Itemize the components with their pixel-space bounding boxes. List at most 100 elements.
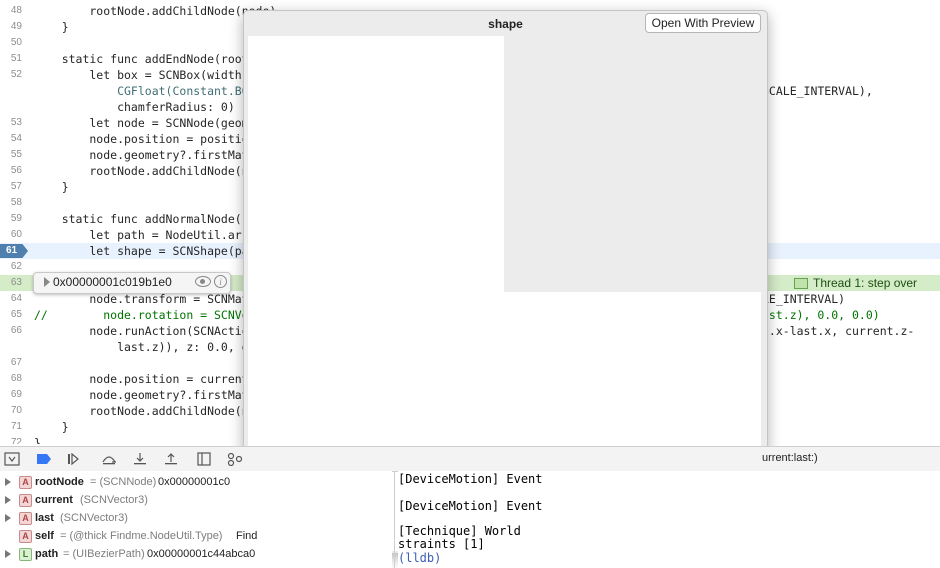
console-line: straints [1] bbox=[398, 537, 485, 551]
variable-row[interactable]: A last (SCNVector3) bbox=[0, 509, 392, 527]
code-text: rootNode.addChildNode(node) bbox=[34, 4, 277, 18]
info-icon[interactable]: i bbox=[214, 275, 227, 288]
variable-name: current bbox=[35, 494, 73, 506]
variable-row[interactable]: A current (SCNVector3) bbox=[0, 491, 392, 509]
variable-name: path bbox=[35, 548, 59, 560]
thread-icon bbox=[794, 278, 808, 290]
variable-row[interactable]: L path = (UIBezierPath) 0x00000001c44abc… bbox=[0, 545, 392, 563]
code-text: node.runAction(SCNActio bbox=[34, 324, 249, 338]
line-number: 55 bbox=[10, 149, 22, 160]
variable-type: = (UIBezierPath) bbox=[63, 548, 145, 560]
line-number: 72 bbox=[10, 437, 22, 444]
code-text: let box = SCNBox(width: bbox=[34, 68, 249, 82]
code-text: CGFloat(Constant.BO bbox=[34, 84, 249, 98]
line-number: 68 bbox=[10, 373, 22, 384]
line-number: 56 bbox=[10, 165, 22, 176]
console-line: [Technique] World bbox=[398, 524, 521, 538]
debug-toolbar: urrent:last:) bbox=[0, 446, 940, 472]
local-badge: L bbox=[19, 548, 32, 561]
code-text-fragment: ast.z), 0.0, 0.0) bbox=[762, 308, 880, 322]
pane-divider[interactable] bbox=[394, 471, 395, 568]
line-number: 48 bbox=[10, 5, 22, 16]
line-number: 63 bbox=[10, 277, 22, 288]
line-number: 64 bbox=[10, 293, 22, 304]
debug-console[interactable]: [DeviceMotion] Event [DeviceMotion] Even… bbox=[398, 471, 940, 568]
line-number: 53 bbox=[10, 117, 22, 128]
variable-type: (SCNVector3) bbox=[80, 494, 148, 506]
code-text: let path = NodeUtil.arr bbox=[34, 228, 249, 242]
console-text: DeviceMotion] Event bbox=[405, 499, 543, 513]
continue-icon[interactable] bbox=[67, 452, 83, 466]
variable-value: 0x00000001c44abca0 bbox=[147, 548, 256, 560]
code-text: node.position = positio bbox=[34, 132, 249, 146]
line-number: 59 bbox=[10, 213, 22, 224]
variable-type: (SCNVector3) bbox=[60, 512, 128, 524]
code-text: } bbox=[34, 420, 69, 434]
breakpoints-toggle-icon[interactable] bbox=[36, 452, 52, 466]
code-text: } bbox=[34, 20, 69, 34]
console-line: [DeviceMotion] Event bbox=[398, 472, 543, 486]
line-number: 58 bbox=[10, 197, 22, 208]
disclosure-triangle-icon[interactable] bbox=[5, 514, 11, 522]
line-number: 51 bbox=[10, 53, 22, 64]
quick-look-eye-icon[interactable] bbox=[195, 276, 211, 287]
code-text: let node = SCNNode(geom bbox=[34, 116, 249, 130]
variable-row[interactable]: A rootNode = (SCNNode) 0x00000001c0 bbox=[0, 473, 392, 491]
line-number: 66 bbox=[10, 325, 22, 336]
line-number: 65 bbox=[10, 309, 22, 320]
code-text: chamferRadius: 0) bbox=[34, 100, 235, 114]
variable-type: = (@thick Findme.NodeUtil.Type) bbox=[60, 530, 223, 542]
variable-value: 0x00000001c0 bbox=[158, 476, 231, 488]
disclosure-triangle-icon[interactable] bbox=[44, 277, 50, 287]
argument-badge: A bbox=[19, 476, 32, 489]
argument-badge: A bbox=[19, 494, 32, 507]
thread-status-badge[interactable]: Thread 1: step over bbox=[794, 276, 917, 290]
code-text: static func addEndNode(root bbox=[34, 52, 249, 66]
code-text: } bbox=[34, 180, 69, 194]
variable-type: = (SCNNode) bbox=[90, 476, 157, 488]
code-text: rootNode.addChildNode(n bbox=[34, 404, 249, 418]
code-text: node.geometry?.firstMat bbox=[34, 388, 249, 402]
argument-badge: A bbox=[19, 512, 32, 525]
open-with-preview-button[interactable]: Open With Preview bbox=[645, 13, 761, 33]
code-text: static func addNormalNode(r bbox=[34, 212, 249, 226]
variable-name: rootNode bbox=[35, 476, 84, 488]
program-counter-marker[interactable]: 61 bbox=[0, 244, 28, 258]
step-out-icon[interactable] bbox=[163, 452, 179, 466]
code-text: node.position = current bbox=[34, 372, 249, 386]
console-text: Technique] World bbox=[405, 524, 521, 538]
debug-view-hierarchy-icon[interactable] bbox=[196, 452, 212, 466]
console-text: straints [1] bbox=[398, 537, 485, 551]
disclosure-triangle-icon[interactable] bbox=[5, 496, 11, 504]
line-number: 57 bbox=[10, 181, 22, 192]
argument-badge: A bbox=[19, 530, 32, 543]
line-number: 52 bbox=[10, 69, 22, 80]
hide-debug-area-icon[interactable] bbox=[4, 452, 20, 466]
step-into-icon[interactable] bbox=[132, 452, 148, 466]
variables-view[interactable]: A rootNode = (SCNNode) 0x00000001c0 A cu… bbox=[0, 471, 392, 568]
code-text: node.geometry?.firstMat bbox=[34, 148, 249, 162]
console-line: [DeviceMotion] Event bbox=[398, 499, 543, 513]
stack-frame-label[interactable]: urrent:last:) bbox=[762, 452, 818, 464]
code-text: let shape = SCNShape(pa bbox=[34, 244, 249, 258]
variable-datatip[interactable]: 0x00000001c019b1e0 i bbox=[33, 272, 231, 294]
code-text-fragment: LE_INTERVAL) bbox=[762, 292, 846, 306]
disclosure-triangle-icon[interactable] bbox=[5, 550, 11, 558]
line-number: 50 bbox=[10, 37, 22, 48]
line-number: 70 bbox=[10, 405, 22, 416]
code-text-fragment: SCALE_INTERVAL), bbox=[762, 84, 873, 98]
line-number: 49 bbox=[10, 21, 22, 32]
variable-row[interactable]: A self = (@thick Findme.NodeUtil.Type) F… bbox=[0, 527, 392, 545]
line-number: 62 bbox=[10, 261, 22, 272]
code-text-fragment: t.x-last.x, current.z- bbox=[762, 324, 915, 338]
code-text: } bbox=[34, 436, 41, 444]
line-number: 71 bbox=[10, 421, 22, 432]
memory-graph-icon[interactable] bbox=[227, 452, 243, 467]
datatip-value: 0x00000001c019b1e0 bbox=[53, 275, 172, 289]
step-over-icon[interactable] bbox=[101, 452, 117, 466]
code-text: rootNode.addChildNode(n bbox=[34, 164, 249, 178]
disclosure-triangle-icon[interactable] bbox=[5, 478, 11, 486]
lldb-prompt[interactable]: (lldb) bbox=[398, 551, 441, 565]
code-comment: // node.rotation = SCNVe bbox=[34, 308, 249, 322]
line-number: 69 bbox=[10, 389, 22, 400]
